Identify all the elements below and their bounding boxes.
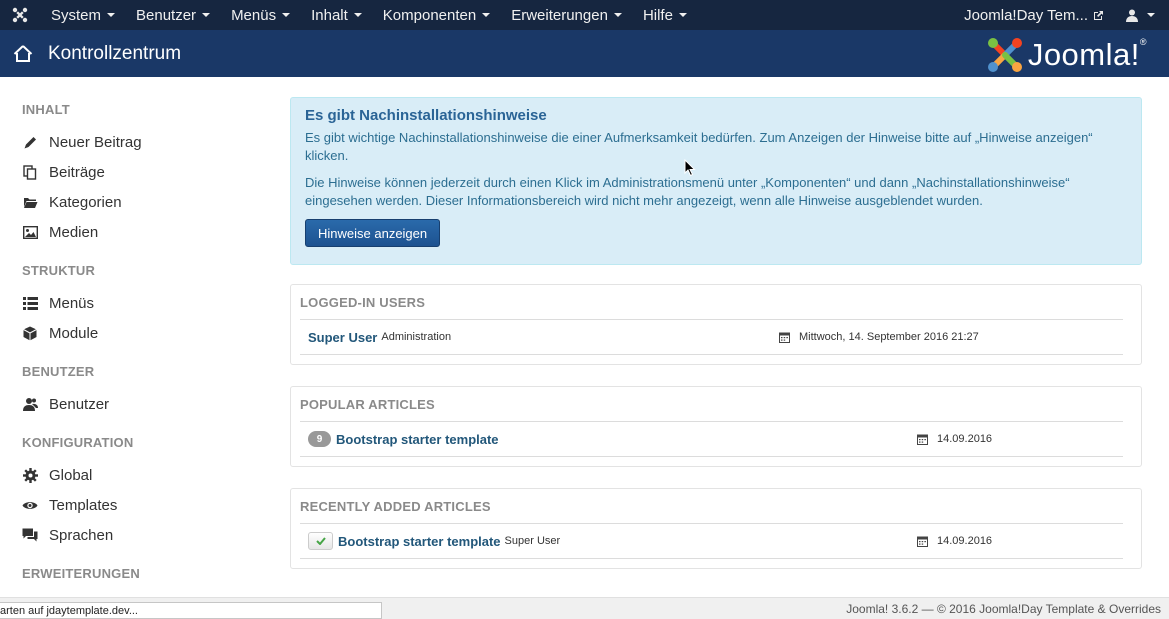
menu-benutzer[interactable]: Benutzer xyxy=(125,0,220,30)
calendar-icon xyxy=(917,536,928,547)
menu-menus[interactable]: Menüs xyxy=(220,0,300,30)
page-title: Kontrollzentrum xyxy=(48,42,182,64)
sidebar-item-menus[interactable]: Menüs xyxy=(22,293,94,313)
cube-icon xyxy=(22,325,38,341)
user-icon xyxy=(1126,9,1138,22)
login-date: Mittwoch, 14. September 2016 21:27 xyxy=(779,331,979,343)
menu-komponenten[interactable]: Komponenten xyxy=(372,0,500,30)
sidebar-heading-struktur: STRUKTUR xyxy=(22,263,96,278)
user-link[interactable]: Super User xyxy=(308,330,377,345)
sidebar-item-templates[interactable]: Templates xyxy=(22,495,117,515)
user-menu[interactable] xyxy=(1126,9,1169,22)
article-link[interactable]: Bootstrap starter template xyxy=(336,432,499,447)
comments-icon xyxy=(22,527,38,543)
caret-down-icon xyxy=(282,13,291,17)
caret-down-icon xyxy=(107,13,116,17)
article-date: 14.09.2016 xyxy=(917,433,992,445)
caret-down-icon xyxy=(353,13,362,17)
sidebar-heading-benutzer: BENUTZER xyxy=(22,364,95,379)
site-name: Joomla!Day Tem... xyxy=(964,6,1088,24)
copy-icon xyxy=(22,164,38,180)
checkmark-icon xyxy=(315,537,326,545)
panel-heading: LOGGED-IN USERS xyxy=(300,295,426,310)
sidebar-heading-konfiguration: KONFIGURATION xyxy=(22,435,134,450)
table-row: Bootstrap starter template Super User 14… xyxy=(308,531,1123,551)
sidebar-heading-erweiterungen: ERWEITERUNGEN xyxy=(22,566,140,581)
table-row: 9 Bootstrap starter template 14.09.2016 xyxy=(308,429,1123,449)
alert-title: Es gibt Nachinstallationshinweise xyxy=(305,107,547,124)
caret-down-icon xyxy=(202,13,211,17)
mouse-pointer-icon xyxy=(684,159,696,177)
calendar-icon xyxy=(917,434,928,445)
post-install-alert: Es gibt Nachinstallationshinweise Es gib… xyxy=(290,97,1142,265)
sidebar-item-global[interactable]: Global xyxy=(22,465,92,485)
show-notices-button[interactable]: Hinweise anzeigen xyxy=(305,219,441,247)
home-icon[interactable] xyxy=(12,43,34,65)
table-row: Super User Administration Mittwoch, 14. … xyxy=(308,327,1123,347)
published-toggle[interactable] xyxy=(308,532,333,550)
menu-inhalt[interactable]: Inhalt xyxy=(300,0,372,30)
pencil-icon xyxy=(22,134,38,150)
sidebar-item-medien[interactable]: Medien xyxy=(22,222,98,242)
calendar-icon xyxy=(779,332,790,343)
alert-text-2: Die Hinweise können jederzeit durch eine… xyxy=(305,175,1070,208)
caret-down-icon xyxy=(1147,13,1155,17)
popular-articles-panel: POPULAR ARTICLES 9 Bootstrap starter tem… xyxy=(290,386,1142,467)
divider xyxy=(300,421,1123,422)
sidebar-item-module[interactable]: Module xyxy=(22,323,98,343)
site-link[interactable]: Joomla!Day Tem... xyxy=(964,7,1126,24)
alert-text-1: Es gibt wichtige Nachinstallationshinwei… xyxy=(305,130,1093,163)
logged-in-users-panel: LOGGED-IN USERS Super User Administratio… xyxy=(290,284,1142,365)
article-link[interactable]: Bootstrap starter template xyxy=(338,534,501,549)
sidebar: INHALT Neuer Beitrag Beiträge Kategorien… xyxy=(0,77,270,597)
users-icon xyxy=(22,396,38,412)
panel-heading: RECENTLY ADDED ARTICLES xyxy=(300,499,491,514)
article-author: Super User xyxy=(504,535,561,547)
menu-system[interactable]: System xyxy=(40,0,125,30)
eye-icon xyxy=(22,497,38,513)
recent-articles-panel: RECENTLY ADDED ARTICLES Bootstrap starte… xyxy=(290,488,1142,569)
sidebar-item-beitraege[interactable]: Beiträge xyxy=(22,162,105,182)
folder-icon xyxy=(22,194,38,210)
footer-copyright: Joomla! 3.6.2 — © 2016 Joomla!Day Templa… xyxy=(846,602,1161,616)
image-icon xyxy=(22,224,38,240)
browser-status-bar: arten auf jdaytemplate.dev... xyxy=(0,602,382,619)
external-link-icon xyxy=(1094,10,1103,20)
joomla-icon[interactable] xyxy=(0,0,40,30)
sidebar-heading-inhalt: INHALT xyxy=(22,102,70,117)
list-icon xyxy=(22,295,38,311)
top-navbar: System Benutzer Menüs Inhalt Komponenten… xyxy=(0,0,1169,30)
gear-icon xyxy=(22,467,38,483)
caret-down-icon xyxy=(678,13,687,17)
joomla-logo: Joomla!® xyxy=(986,36,1147,74)
joomla-wordmark: Joomla!® xyxy=(1027,37,1147,72)
joomla-brand-icon xyxy=(987,38,1022,72)
sidebar-item-sprachen[interactable]: Sprachen xyxy=(22,525,113,545)
divider xyxy=(300,523,1123,524)
menu-hilfe[interactable]: Hilfe xyxy=(632,0,697,30)
sidebar-item-benutzer[interactable]: Benutzer xyxy=(22,394,109,414)
sidebar-item-kategorien[interactable]: Kategorien xyxy=(22,192,122,212)
caret-down-icon xyxy=(482,13,491,17)
hits-badge: 9 xyxy=(308,431,331,447)
article-date: 14.09.2016 xyxy=(917,535,992,547)
sidebar-item-neuer-beitrag[interactable]: Neuer Beitrag xyxy=(22,132,142,152)
divider xyxy=(300,456,1123,457)
divider xyxy=(300,319,1123,320)
menu-erweiterungen[interactable]: Erweiterungen xyxy=(500,0,632,30)
divider xyxy=(300,558,1123,559)
page-header: Kontrollzentrum Joomla!® xyxy=(0,30,1169,77)
user-client: Administration xyxy=(381,331,452,343)
divider xyxy=(300,354,1123,355)
panel-heading: POPULAR ARTICLES xyxy=(300,397,435,412)
caret-down-icon xyxy=(613,13,622,17)
